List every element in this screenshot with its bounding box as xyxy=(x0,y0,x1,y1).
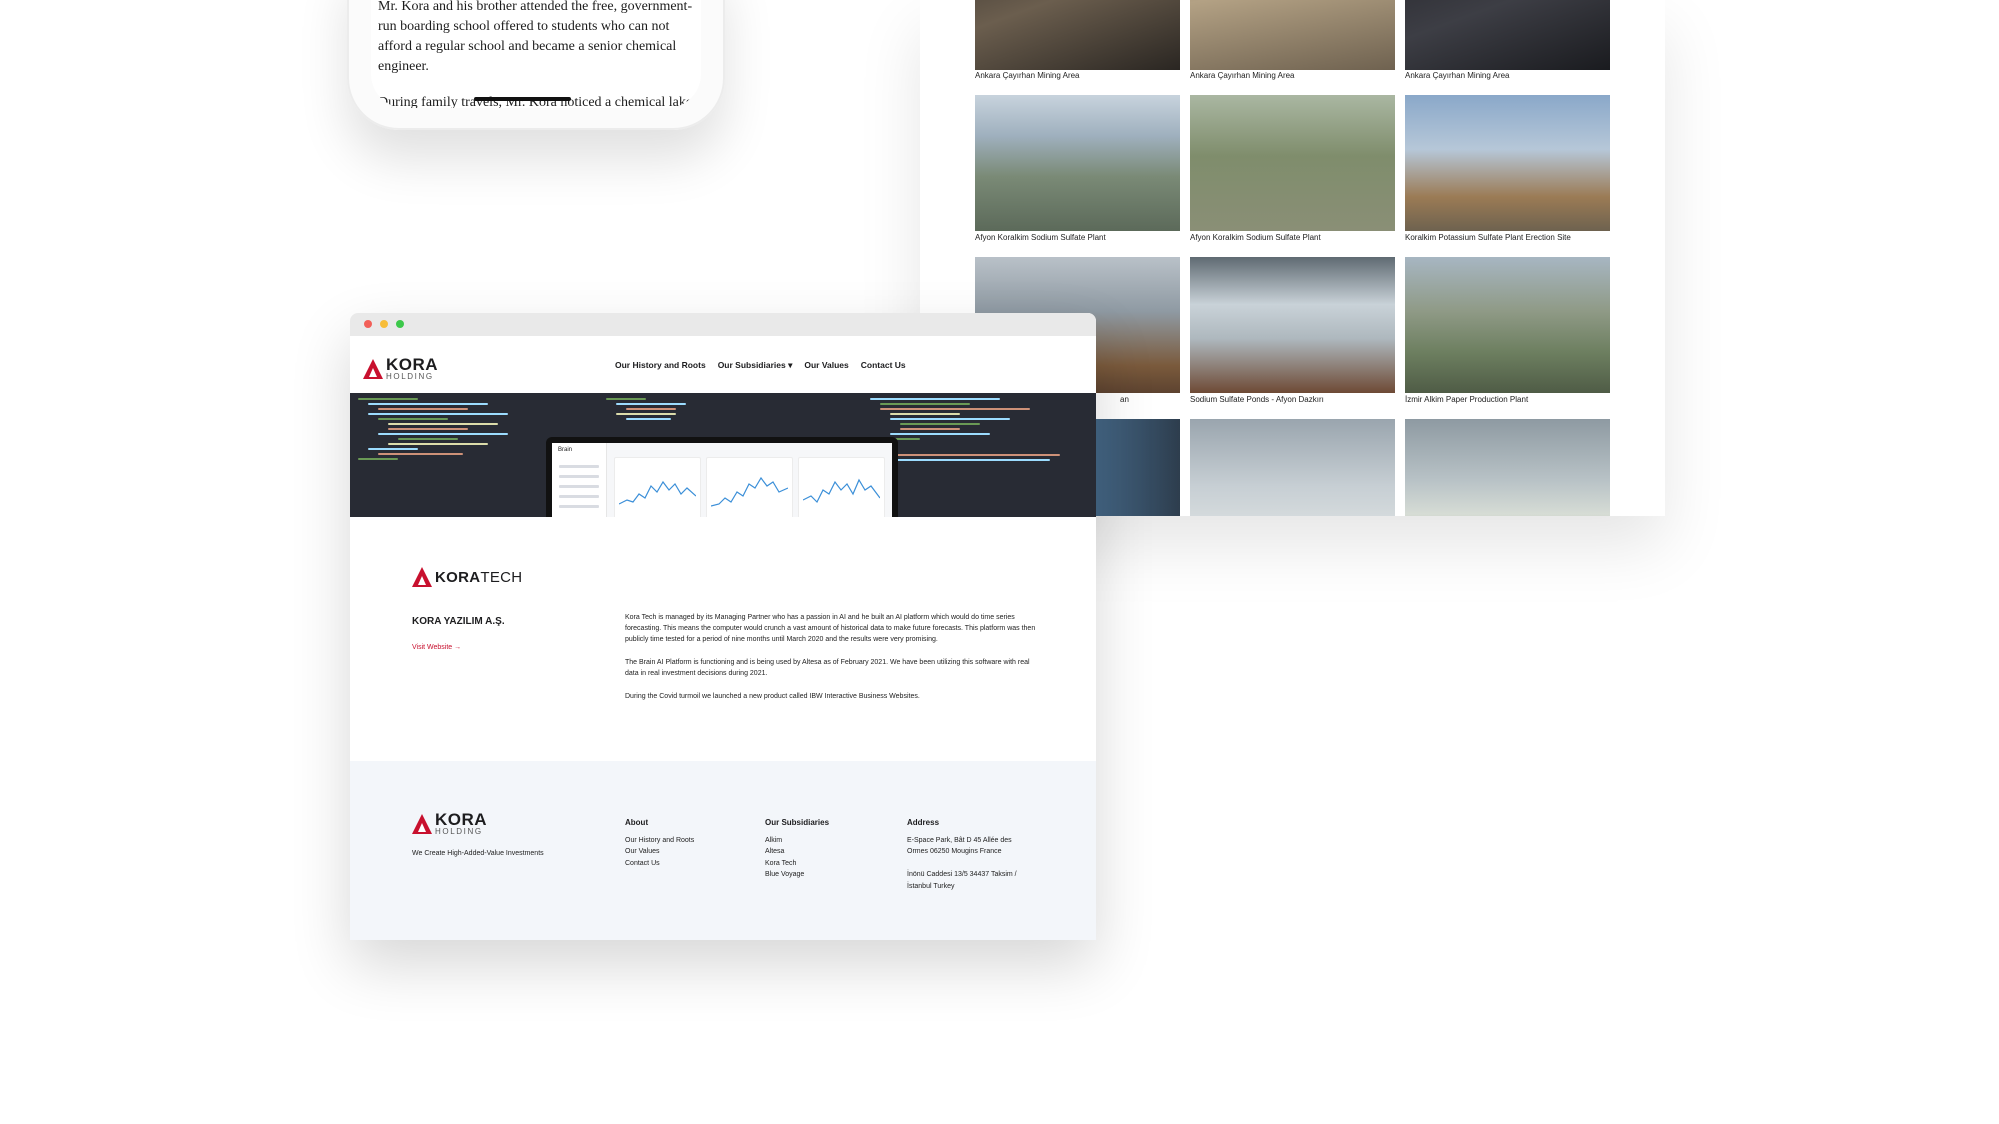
logo-subtext: HOLDING xyxy=(435,827,483,836)
subsidiary-description: Kora Tech is managed by its Managing Par… xyxy=(625,612,1037,714)
home-indicator xyxy=(474,97,571,101)
footer-link-blue-voyage[interactable]: Blue Voyage xyxy=(765,869,829,881)
kora-logo-icon xyxy=(363,358,383,379)
laptop-mockup: Brain xyxy=(546,437,898,517)
address-line: E-Space Park, Bât D 45 Allée des xyxy=(907,836,1012,844)
description-paragraph: The Brain AI Platform is functioning and… xyxy=(625,659,1030,677)
address-line: İnönü Caddesi 13/5 34437 Taksim / xyxy=(907,871,1017,878)
hero-banner: Brain xyxy=(350,393,1096,517)
phone-screen: Mr. Kora and his brother attended the fr… xyxy=(371,0,701,108)
footer-column-title: Our Subsidiaries xyxy=(765,818,830,827)
code-background xyxy=(870,395,1060,464)
gallery-photo[interactable] xyxy=(1190,0,1395,70)
browser-window: KORA HOLDING Our History and Roots Our S… xyxy=(350,313,1096,940)
chart-card xyxy=(614,457,701,517)
address-spacer xyxy=(907,858,1017,870)
gallery-caption: Koralkim Potassium Sulfate Plant Erectio… xyxy=(1405,233,1571,242)
nav-item-values[interactable]: Our Values xyxy=(804,360,848,371)
gallery-photo[interactable] xyxy=(1405,257,1610,393)
browser-titlebar xyxy=(350,313,1096,336)
address-line: İstanbul Turkey xyxy=(907,882,955,890)
footer-tagline: We Create High-Added-Value Investments xyxy=(412,850,544,857)
koratech-logo-light: TECH xyxy=(480,568,523,586)
koratech-logo: KORATECH xyxy=(412,567,522,587)
gallery-photo[interactable] xyxy=(975,0,1180,70)
gallery-caption: İzmir Alkim Paper Production Plant xyxy=(1405,395,1529,404)
gallery-caption: Sodium Sulfate Ponds - Afyon Dazkırı xyxy=(1190,395,1324,404)
gallery-photo[interactable] xyxy=(1190,95,1395,231)
gallery-caption: Afyon Koralkim Sodium Sulfate Plant xyxy=(975,233,1106,242)
footer-link-alkim[interactable]: Alkim xyxy=(765,835,829,847)
footer-address-column: Address E-Space Park, Bât D 45 Allée des… xyxy=(907,817,1017,892)
gallery-photo[interactable] xyxy=(1405,419,1610,516)
visit-website-link[interactable]: Visit Website → xyxy=(412,644,461,651)
footer-column-title: About xyxy=(625,818,649,827)
logo-subtext: HOLDING xyxy=(386,372,434,381)
chart-card xyxy=(798,457,885,517)
gallery-photo[interactable] xyxy=(1405,95,1610,231)
footer-link-contact[interactable]: Contact Us xyxy=(625,858,694,870)
brain-app-screen: Brain xyxy=(552,443,892,517)
footer-link-altesa[interactable]: Altesa xyxy=(765,846,829,858)
footer-link-values[interactable]: Our Values xyxy=(625,846,694,858)
chart-card xyxy=(706,457,793,517)
footer-link-kora-tech[interactable]: Kora Tech xyxy=(765,858,829,870)
code-background xyxy=(606,395,796,423)
close-window-icon[interactable] xyxy=(364,320,372,328)
gallery-caption: Afyon Koralkim Sodium Sulfate Plant xyxy=(1190,233,1321,242)
footer-column-title: Address xyxy=(907,818,940,827)
gallery-caption: Ankara Çayırhan Mining Area xyxy=(1405,71,1510,80)
site-footer: KORA HOLDING We Create High-Added-Value … xyxy=(350,761,1096,940)
description-paragraph: During the Covid turmoil we launched a n… xyxy=(625,693,920,700)
main-nav: Our History and Roots Our Subsidiaries ▾… xyxy=(615,360,906,371)
kora-logo-icon xyxy=(412,813,432,834)
app-sidebar: Brain xyxy=(552,443,607,517)
code-background xyxy=(358,395,548,463)
kora-holding-logo[interactable]: KORA HOLDING xyxy=(363,356,438,381)
maximize-window-icon[interactable] xyxy=(396,320,404,328)
nav-item-contact[interactable]: Contact Us xyxy=(861,360,906,371)
site-navbar: KORA HOLDING Our History and Roots Our S… xyxy=(350,336,1096,393)
kora-logo-icon xyxy=(412,567,432,587)
koratech-logo-bold: KORA xyxy=(435,568,481,586)
phone-paragraph: Mr. Kora and his brother attended the fr… xyxy=(378,0,693,74)
footer-subsidiaries-column: Our Subsidiaries Alkim Altesa Kora Tech … xyxy=(765,817,829,881)
gallery-photo[interactable] xyxy=(1190,257,1395,393)
gallery-caption: Ankara Çayırhan Mining Area xyxy=(975,71,1080,80)
footer-about-column: About Our History and Roots Our Values C… xyxy=(625,817,694,869)
address-line: Ormes 06250 Mougins France xyxy=(907,848,1002,855)
footer-link-history[interactable]: Our History and Roots xyxy=(625,835,694,847)
footer-logo[interactable]: KORA HOLDING xyxy=(412,811,487,836)
gallery-photo[interactable] xyxy=(1190,419,1395,516)
gallery-photo[interactable] xyxy=(1405,0,1610,70)
subsidiary-title: KORA YAZILIM A.Ş. xyxy=(412,616,505,627)
minimize-window-icon[interactable] xyxy=(380,320,388,328)
gallery-caption: an xyxy=(1120,395,1129,404)
gallery-caption: Ankara Çayırhan Mining Area xyxy=(1190,71,1295,80)
nav-item-subsidiaries[interactable]: Our Subsidiaries ▾ xyxy=(718,360,793,371)
logo-text: KORA xyxy=(435,810,488,829)
description-paragraph: Kora Tech is managed by its Managing Par… xyxy=(625,614,1036,643)
gallery-photo[interactable] xyxy=(975,95,1180,231)
phone-mockup: Mr. Kora and his brother attended the fr… xyxy=(347,0,725,130)
subsidiary-section: KORATECH KORA YAZILIM A.Ş. Visit Website… xyxy=(350,517,1096,761)
app-brand: Brain xyxy=(558,447,573,453)
nav-item-history[interactable]: Our History and Roots xyxy=(615,360,706,371)
logo-text: KORA xyxy=(386,355,439,374)
